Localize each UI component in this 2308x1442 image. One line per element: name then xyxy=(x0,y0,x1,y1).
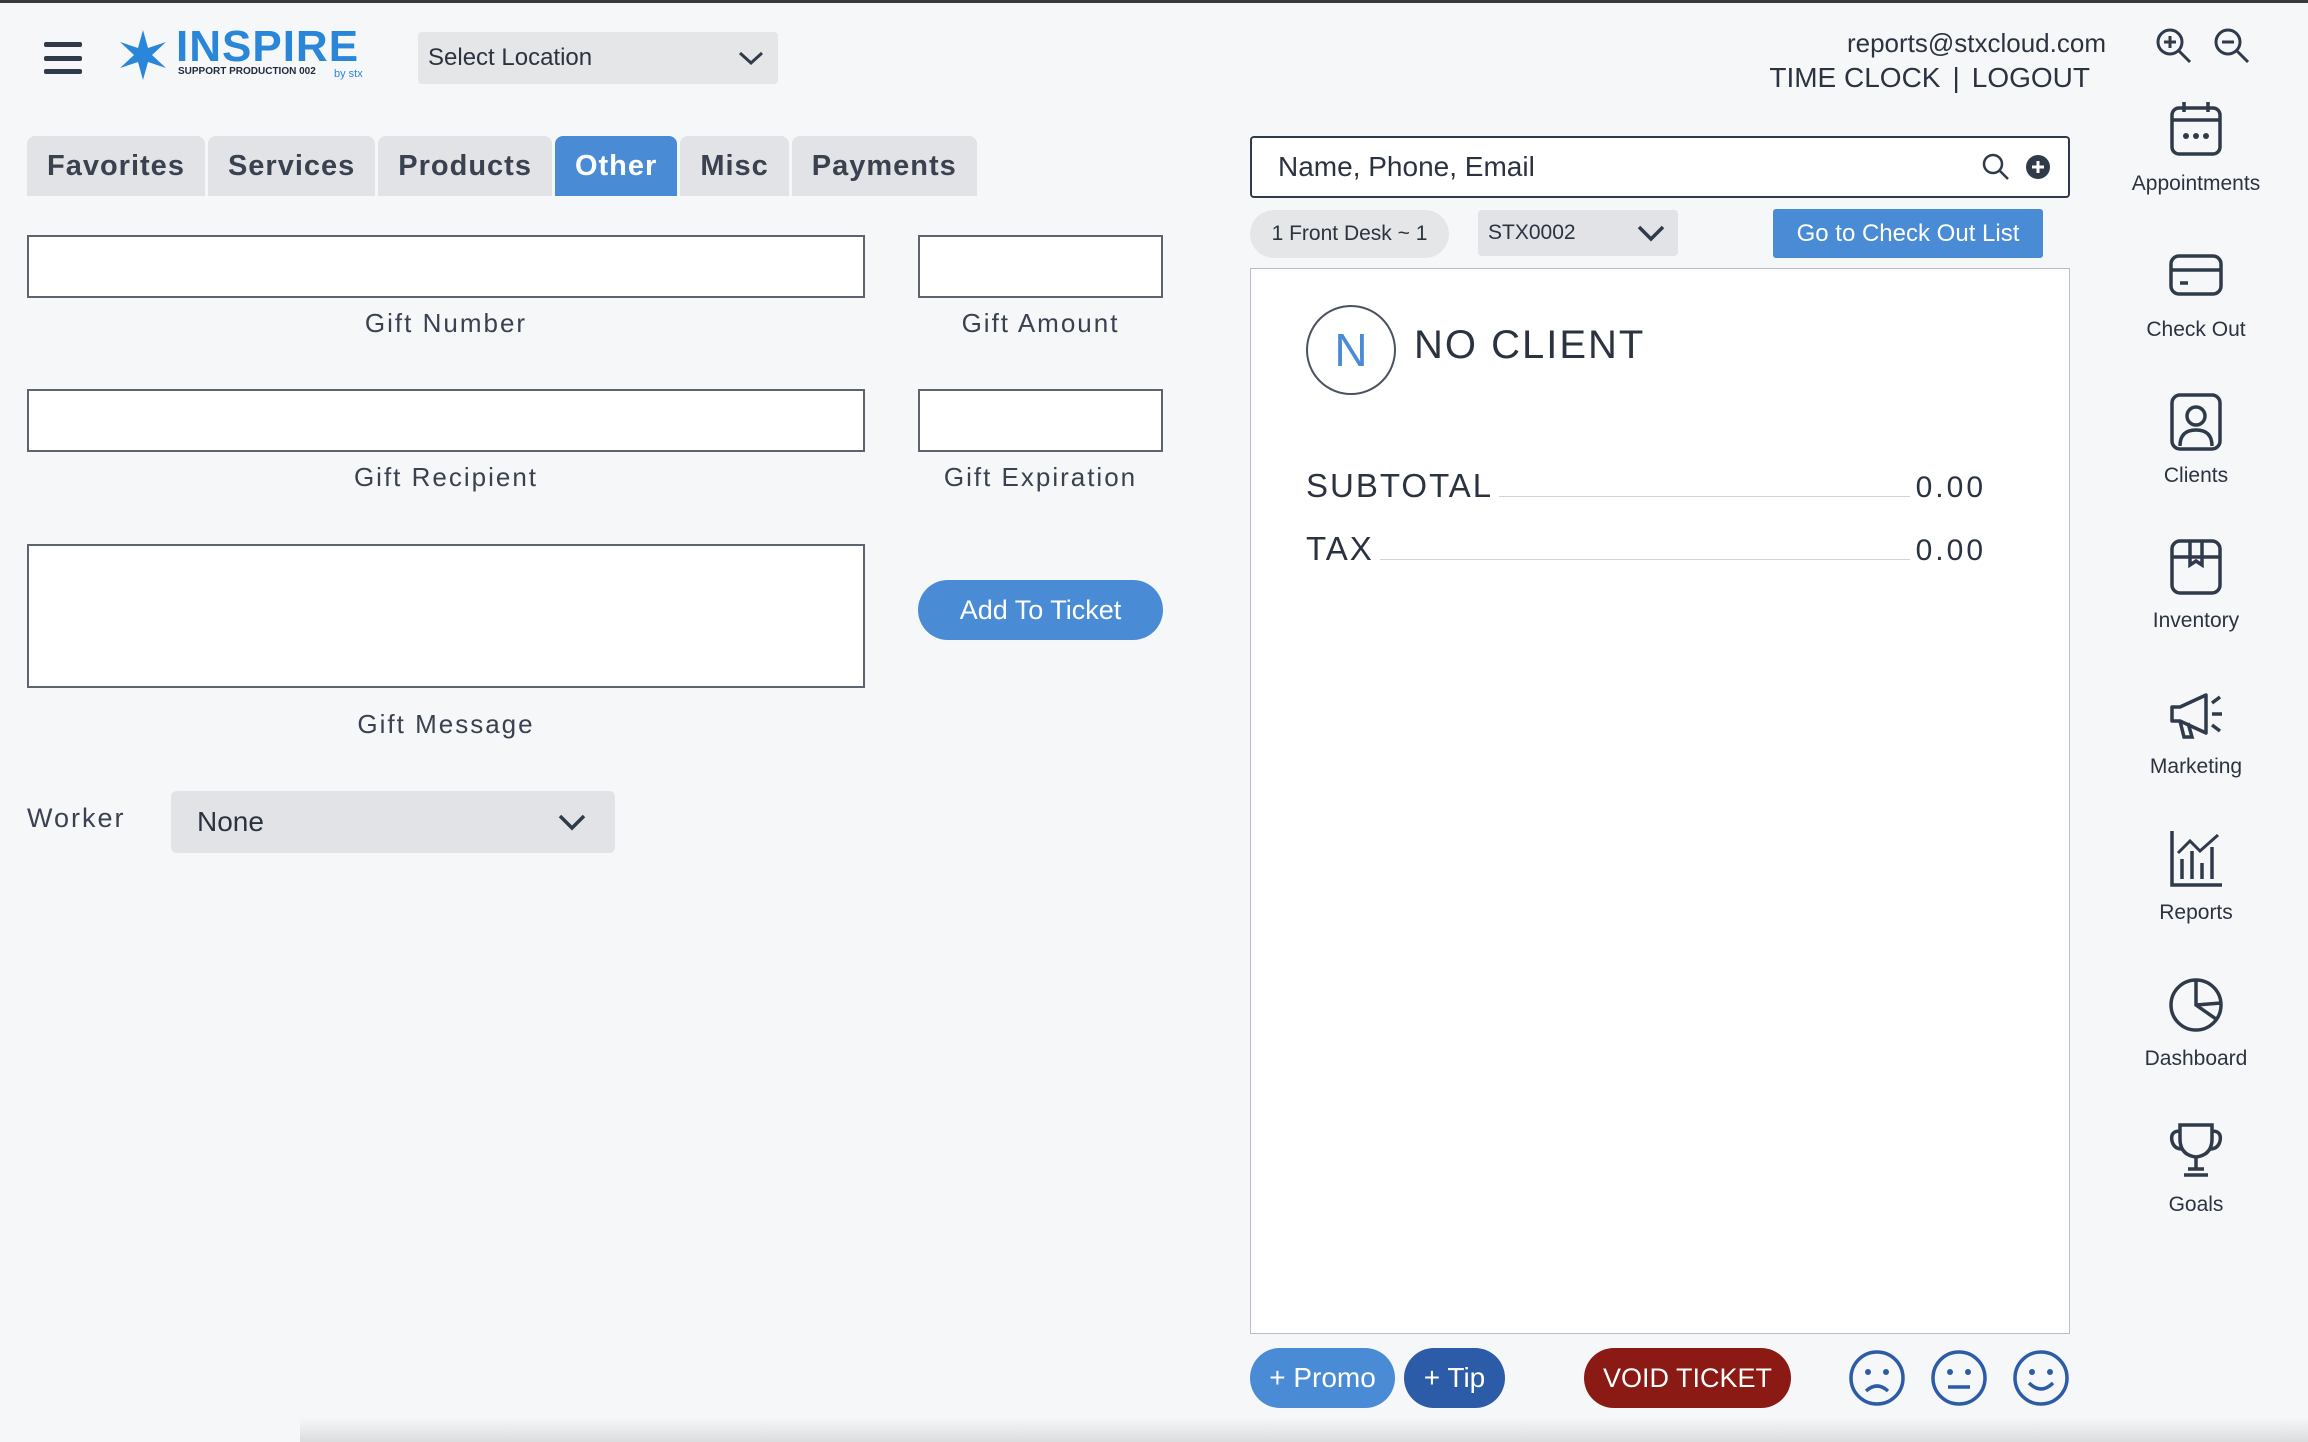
header-links: TIME CLOCK | LOGOUT xyxy=(1769,62,2090,94)
gift-amount-label: Gift Amount xyxy=(961,308,1120,338)
nav-marketing[interactable]: Marketing xyxy=(2112,681,2280,801)
hamburger-menu-icon[interactable] xyxy=(44,42,82,74)
nav-check-out[interactable]: Check Out xyxy=(2112,244,2280,364)
client-avatar: N xyxy=(1306,305,1396,395)
inspire-logo: INSPIRE SUPPORT PRODUCTION 002 by stx xyxy=(116,22,378,84)
search-icon[interactable] xyxy=(1980,151,2012,183)
chevron-down-icon xyxy=(1637,225,1665,242)
subtotal-row: SUBTOTAL 0.00 xyxy=(1306,467,1986,505)
gift-recipient-input[interactable] xyxy=(29,391,863,450)
worker-select[interactable]: None xyxy=(171,791,615,853)
nav-label: Goals xyxy=(2168,1193,2224,1216)
logo-by-line: by stx xyxy=(334,68,363,80)
nav-goals[interactable]: Goals xyxy=(2112,1119,2280,1239)
box-icon xyxy=(2170,539,2222,595)
gift-expiration-label: Gift Expiration xyxy=(943,462,1138,492)
add-to-ticket-button[interactable]: Add To Ticket xyxy=(918,580,1163,640)
void-ticket-button[interactable]: VOID TICKET xyxy=(1584,1348,1791,1408)
location-select[interactable]: Select Location xyxy=(418,32,778,84)
time-clock-link[interactable]: TIME CLOCK xyxy=(1769,62,1940,94)
tab-payments[interactable]: Payments xyxy=(791,136,977,196)
window-bottom-shadow xyxy=(300,1418,2308,1442)
subtotal-value: 0.00 xyxy=(1915,471,1986,504)
gift-number-label: Gift Number xyxy=(364,308,528,338)
subtotal-leader xyxy=(1499,496,1910,497)
gift-recipient-label: Gift Recipient xyxy=(353,462,539,492)
nav-appointments[interactable]: Appointments xyxy=(2112,98,2280,218)
worker-select-value: None xyxy=(197,806,264,837)
ticket-panel: N NO CLIENT SUBTOTAL 0.00 TAX 0.00 xyxy=(1250,268,2070,1334)
logo-name: INSPIRE xyxy=(176,22,360,71)
nav-label: Check Out xyxy=(2146,318,2246,341)
gift-amount-field[interactable] xyxy=(918,235,1163,298)
gift-recipient-field[interactable] xyxy=(27,389,865,452)
sad-face-icon[interactable] xyxy=(1848,1349,1906,1407)
tab-services[interactable]: Services xyxy=(207,136,376,196)
add-tip-button[interactable]: + Tip xyxy=(1404,1348,1505,1408)
subtotal-label: SUBTOTAL xyxy=(1306,467,1494,504)
bar-chart-icon xyxy=(2170,831,2222,887)
category-tabs: Favorites Services Products Other Misc P… xyxy=(27,136,977,196)
logout-link[interactable]: LOGOUT xyxy=(1972,62,2090,94)
worker-label: Worker xyxy=(27,803,126,833)
gift-message-textarea[interactable] xyxy=(29,546,863,686)
tab-products[interactable]: Products xyxy=(378,136,552,196)
nav-label: Reports xyxy=(2159,901,2233,924)
gift-expiration-input[interactable] xyxy=(920,391,1161,450)
chevron-down-icon xyxy=(738,51,764,66)
go-to-checkout-list-button[interactable]: Go to Check Out List xyxy=(1773,209,2043,258)
zoom-out-icon[interactable] xyxy=(2212,26,2252,66)
tab-other[interactable]: Other xyxy=(554,136,678,196)
register-select-value: STX0002 xyxy=(1488,221,1576,244)
client-search-box[interactable] xyxy=(1250,136,2070,198)
credit-card-icon xyxy=(2169,254,2223,296)
gift-number-field[interactable] xyxy=(27,235,865,298)
location-select-value: Select Location xyxy=(428,44,593,71)
nav-label: Marketing xyxy=(2149,755,2243,778)
megaphone-icon xyxy=(2170,693,2222,739)
add-promo-button[interactable]: + Promo xyxy=(1250,1348,1395,1408)
nav-clients[interactable]: Clients xyxy=(2112,390,2280,510)
calendar-icon xyxy=(2170,102,2222,156)
link-separator: | xyxy=(1952,62,1960,93)
nav-reports[interactable]: Reports xyxy=(2112,827,2280,947)
tax-value: 0.00 xyxy=(1915,534,1986,567)
happy-face-icon[interactable] xyxy=(2012,1349,2070,1407)
tax-label: TAX xyxy=(1306,530,1374,567)
gift-message-label: Gift Message xyxy=(357,709,535,739)
tab-misc[interactable]: Misc xyxy=(680,136,789,196)
register-select[interactable]: STX0002 xyxy=(1478,210,1678,256)
tax-leader xyxy=(1379,559,1910,560)
tab-favorites[interactable]: Favorites xyxy=(27,136,205,196)
user-email: reports@stxcloud.com xyxy=(1846,28,2106,58)
trophy-icon xyxy=(2169,1123,2223,1177)
client-name: NO CLIENT xyxy=(1414,323,1646,367)
logo-subtitle: SUPPORT PRODUCTION 002 xyxy=(178,66,316,77)
nav-label: Inventory xyxy=(2152,609,2240,632)
client-search-input[interactable] xyxy=(1278,151,1970,183)
nav-inventory[interactable]: Inventory xyxy=(2112,535,2280,655)
pie-chart-icon xyxy=(2169,978,2223,1032)
zoom-in-icon[interactable] xyxy=(2154,26,2194,66)
person-icon xyxy=(2170,393,2222,451)
snowflake-logo-icon xyxy=(120,30,166,80)
gift-expiration-field[interactable] xyxy=(918,389,1163,452)
nav-dashboard[interactable]: Dashboard xyxy=(2112,973,2280,1093)
gift-amount-input[interactable] xyxy=(920,237,1161,296)
nav-label: Appointments xyxy=(2131,172,2261,195)
nav-label: Clients xyxy=(2163,464,2229,487)
neutral-face-icon[interactable] xyxy=(1930,1349,1988,1407)
gift-message-field[interactable] xyxy=(27,544,865,688)
gift-number-input[interactable] xyxy=(29,237,863,296)
chevron-down-icon xyxy=(558,814,586,831)
nav-label: Dashboard xyxy=(2144,1047,2248,1070)
front-desk-badge: 1 Front Desk ~ 1 xyxy=(1250,210,1449,258)
add-client-icon[interactable] xyxy=(2022,151,2054,183)
window-top-border xyxy=(0,0,2308,3)
tax-row: TAX 0.00 xyxy=(1306,530,1986,568)
